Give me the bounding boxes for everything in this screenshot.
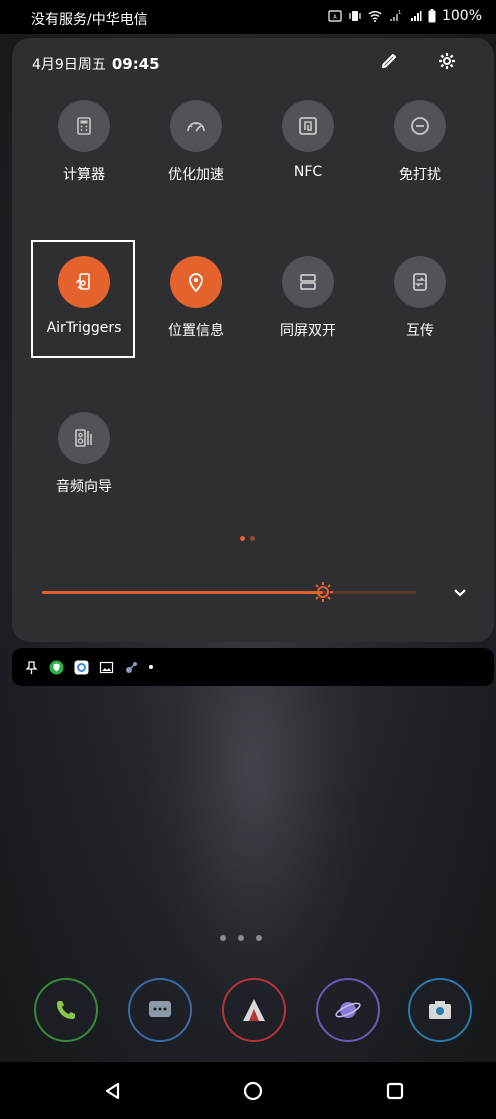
vibrate-icon [349, 11, 361, 21]
phone-app-icon[interactable] [34, 978, 98, 1042]
qs-header: 4月9日周五 09:45 [32, 54, 160, 74]
home-page-dot [220, 935, 226, 941]
battery-icon [428, 9, 436, 23]
tile-do-not-disturb[interactable]: 免打扰 [370, 100, 470, 184]
navigation-bar [0, 1062, 496, 1119]
speedometer-icon [187, 122, 205, 132]
qs-page-dot [240, 536, 245, 541]
auto-brightness-icon: A [328, 10, 342, 22]
tile-circle [170, 256, 222, 308]
brightness-fill [42, 591, 323, 594]
audio-wizard-icon [75, 429, 92, 447]
home-page-indicator [220, 935, 262, 941]
tile-circle [394, 100, 446, 152]
home-page-dot [256, 935, 262, 941]
tile-label: 优化加速 [168, 167, 224, 183]
chevron-down-icon[interactable] [450, 582, 470, 602]
qs-page-dot [250, 536, 255, 541]
messages-app-icon[interactable] [128, 978, 192, 1042]
shield-app-icon [49, 660, 64, 674]
tile-location[interactable]: 位置信息 [146, 256, 246, 340]
tile-circle [170, 100, 222, 152]
split-screen-icon [300, 274, 316, 290]
date-label: 4月9日周五 [32, 57, 106, 73]
svg-text:1: 1 [398, 10, 401, 16]
status-icons: A 1 100% [328, 8, 482, 24]
tile-label: AirTriggers [46, 320, 122, 336]
svg-text:A: A [333, 15, 337, 21]
battery-percentage: 100% [441, 8, 482, 24]
tile-split-screen[interactable]: 同屏双开 [258, 256, 358, 340]
tile-label: 免打扰 [399, 167, 441, 183]
time-label: 09:45 [111, 55, 160, 73]
back-icon[interactable] [102, 1080, 124, 1102]
tile-label: 计算器 [63, 167, 105, 183]
tile-optimize[interactable]: 优化加速 [146, 100, 246, 184]
gallery-icon [99, 661, 114, 673]
gear-icon[interactable] [436, 50, 458, 72]
tile-circle [394, 256, 446, 308]
carrier-label: 没有服务/中华电信 [31, 12, 148, 28]
tile-label: 音频向导 [56, 479, 112, 495]
chat-app-icon [74, 660, 89, 674]
pin-icon [25, 660, 38, 674]
wifi-icon [368, 11, 382, 22]
status-bar: 没有服务/中华电信 A 1 100% [0, 0, 496, 34]
browser-app-icon[interactable] [222, 978, 286, 1042]
tile-calculator[interactable]: 计算器 [34, 100, 134, 184]
planet-app-icon[interactable] [316, 978, 380, 1042]
tile-nfc[interactable]: NFC [258, 100, 358, 180]
recents-icon[interactable] [384, 1080, 406, 1102]
home-icon[interactable] [242, 1080, 264, 1102]
camera-app-icon[interactable] [408, 978, 472, 1042]
tile-airtriggers[interactable]: AirTriggers [34, 256, 134, 336]
calculator-icon [77, 117, 91, 135]
airtriggers-icon [76, 273, 90, 290]
signal-sim1-icon: 1 [389, 10, 401, 21]
tile-audio-wizard[interactable]: 音频向导 [34, 412, 134, 496]
file-transfer-icon [413, 273, 427, 291]
tile-circle [282, 256, 334, 308]
tile-label: 位置信息 [168, 323, 224, 339]
game-icon [126, 661, 137, 673]
home-page-dot [238, 935, 244, 941]
location-pin-icon [189, 273, 203, 293]
pencil-icon[interactable] [378, 50, 400, 72]
tile-label: NFC [293, 164, 323, 180]
signal-4g-icon [410, 11, 422, 21]
notification-icons-strip [12, 648, 494, 686]
brightness-slider[interactable] [42, 582, 416, 606]
app-dock [34, 978, 474, 1044]
do-not-disturb-icon [411, 117, 429, 135]
tile-circle [58, 412, 110, 464]
qs-page-indicator [240, 536, 255, 541]
tile-label: 互传 [406, 323, 434, 339]
quick-settings-panel: 4月9日周五 09:45 计算器 优化加速 NFC 免打扰 AirTrigger… [12, 38, 494, 642]
tile-circle [58, 100, 110, 152]
tile-label: 同屏双开 [280, 323, 336, 339]
nfc-icon [299, 117, 317, 135]
more-notifications-dot [149, 665, 153, 669]
tile-file-transfer[interactable]: 互传 [370, 256, 470, 340]
tile-circle [282, 100, 334, 152]
brightness-sun-icon[interactable] [311, 580, 335, 604]
tile-circle [58, 256, 110, 308]
